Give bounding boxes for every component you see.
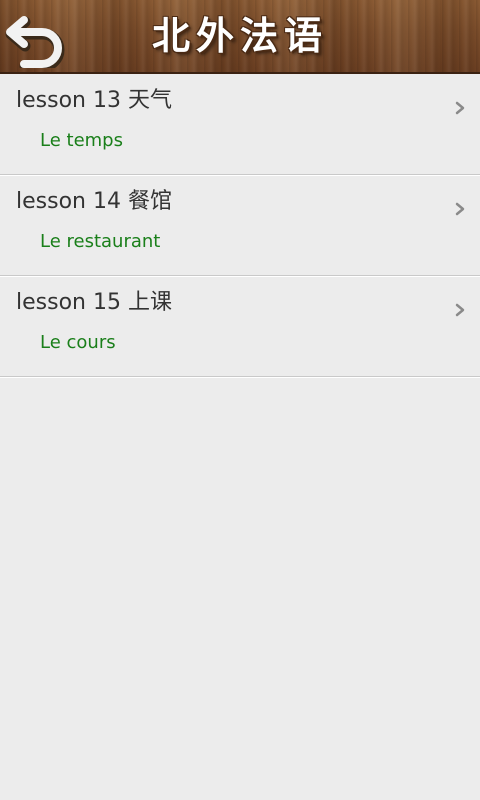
lesson-list: lesson 13 天气 Le temps lesson 14 餐馆 Le re… xyxy=(0,74,480,377)
chevron-right-icon xyxy=(454,302,466,318)
app-title: 北外法语 xyxy=(151,14,328,58)
lesson-title: lesson 13 天气 xyxy=(16,88,172,113)
lesson-subtitle: Le restaurant xyxy=(40,231,161,252)
lesson-title: lesson 14 餐馆 xyxy=(16,189,172,214)
lesson-title: lesson 15 上课 xyxy=(16,290,172,315)
app-window: 北外法语 lesson 13 天气 Le temps lesson 14 餐馆 … xyxy=(0,0,480,800)
lesson-item-14[interactable]: lesson 14 餐馆 Le restaurant xyxy=(0,175,480,276)
lesson-item-13[interactable]: lesson 13 天气 Le temps xyxy=(0,74,480,175)
chevron-right-icon xyxy=(454,100,466,116)
title-bar: 北外法语 xyxy=(0,0,480,74)
lesson-subtitle: Le temps xyxy=(40,130,123,151)
chevron-right-icon xyxy=(454,201,466,217)
lesson-subtitle: Le cours xyxy=(40,332,116,353)
lesson-item-15[interactable]: lesson 15 上课 Le cours xyxy=(0,276,480,377)
